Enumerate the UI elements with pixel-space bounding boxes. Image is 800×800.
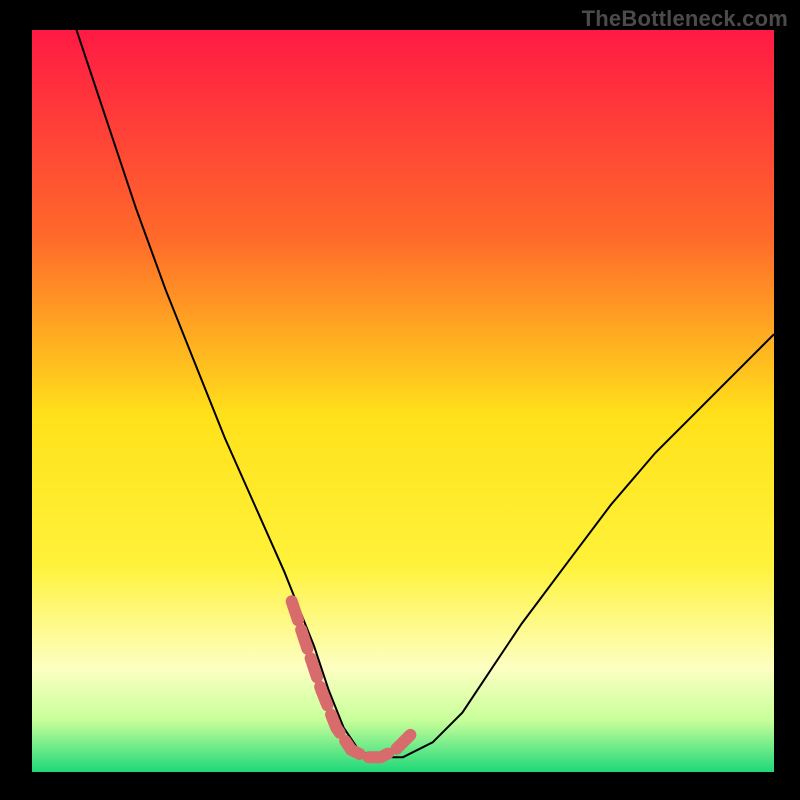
bottleneck-chart [0,0,800,800]
plot-area [32,30,774,772]
chart-frame: TheBottleneck.com [0,0,800,800]
watermark-text: TheBottleneck.com [582,6,788,32]
